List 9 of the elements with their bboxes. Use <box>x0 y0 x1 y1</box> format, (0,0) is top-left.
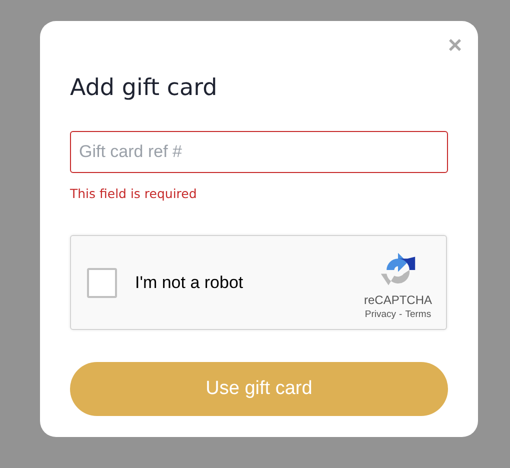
input-field[interactable]: Gift card ref # <box>70 131 448 173</box>
dialog-title: Add gift card <box>70 74 218 103</box>
separator: - <box>399 309 402 320</box>
checkbox[interactable] <box>87 268 117 298</box>
terms-link[interactable]: Terms <box>405 309 432 320</box>
error-message: This field is required <box>70 186 198 202</box>
brand-name: reCAPTCHA <box>364 293 432 307</box>
checkbox-label: I'm not a robot <box>135 272 244 292</box>
privacy-link[interactable]: Privacy <box>364 309 396 320</box>
